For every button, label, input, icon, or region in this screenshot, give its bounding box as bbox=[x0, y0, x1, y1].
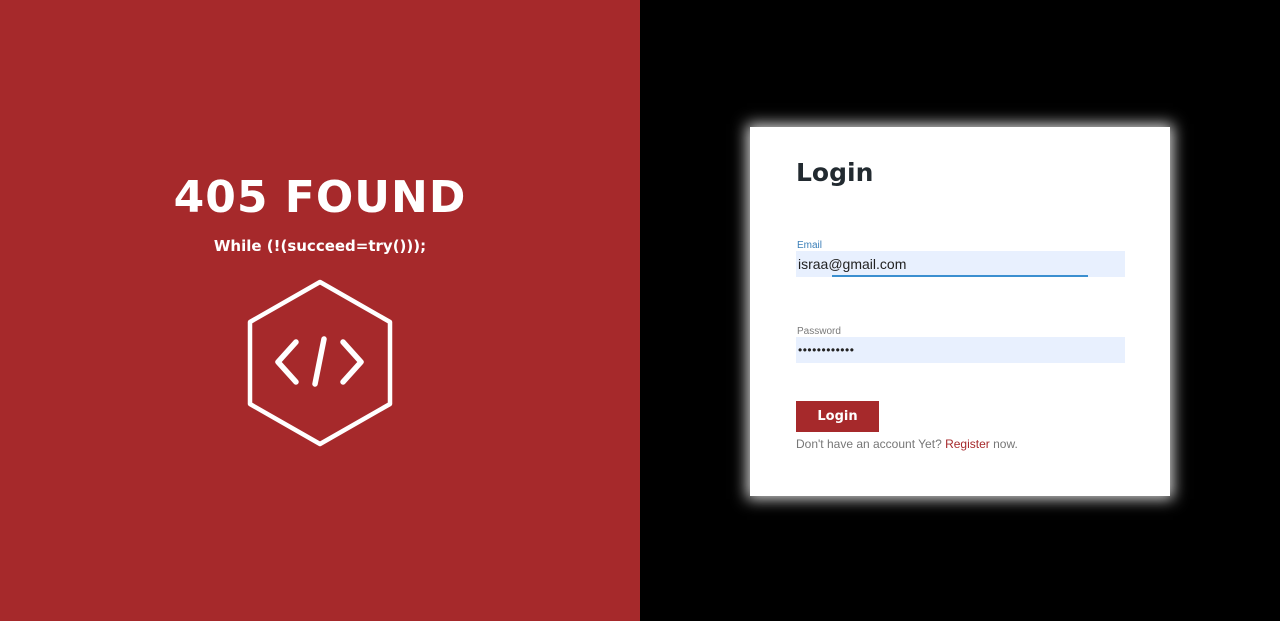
register-prompt: Don't have an account Yet? Register now. bbox=[796, 437, 1018, 451]
page: 405 FOUND While (!(succeed=try())); Logi… bbox=[0, 0, 1280, 621]
code-hexagon-icon bbox=[247, 279, 393, 447]
email-input[interactable] bbox=[796, 251, 1125, 277]
hero-tagline: While (!(succeed=try())); bbox=[213, 237, 427, 255]
login-panel: Login Email Password Login Don't have an… bbox=[640, 0, 1280, 621]
login-button[interactable]: Login bbox=[796, 401, 879, 432]
login-title: Login bbox=[796, 158, 874, 187]
hero-headline: 405 FOUND bbox=[173, 172, 467, 223]
register-prefix-text: Don't have an account Yet? bbox=[796, 437, 942, 451]
register-link[interactable]: Register bbox=[945, 437, 990, 451]
register-suffix-text: now. bbox=[993, 437, 1018, 451]
email-focus-underline bbox=[832, 275, 1088, 277]
hero-panel: 405 FOUND While (!(succeed=try())); bbox=[0, 0, 640, 621]
password-input[interactable] bbox=[796, 337, 1125, 363]
login-card: Login Email Password Login Don't have an… bbox=[750, 127, 1170, 496]
